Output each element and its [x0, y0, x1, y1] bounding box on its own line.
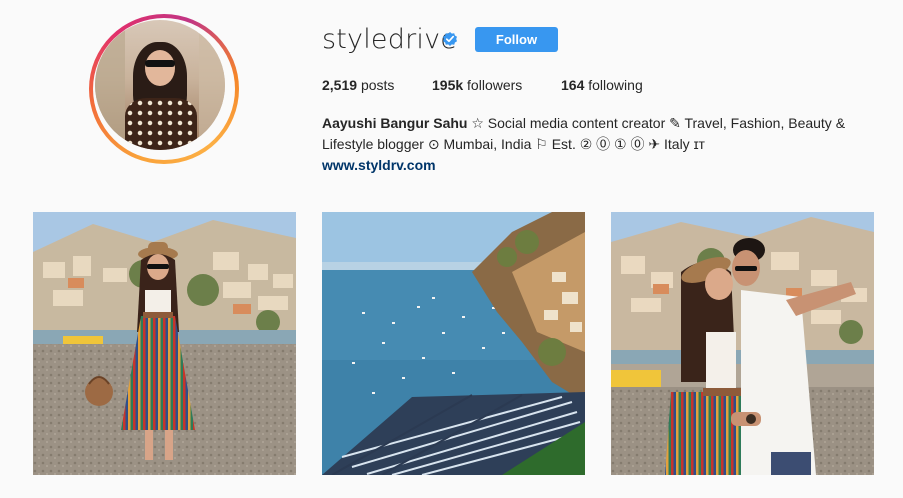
post-couple-kissing-beach-icon — [611, 212, 874, 475]
post-woman-striped-skirt-beach-icon — [33, 212, 296, 475]
avatar-background-left — [95, 20, 125, 150]
profile-bio: Aayushi Bangur Sahu ☆ Social media conte… — [322, 113, 862, 176]
posts-label: posts — [360, 77, 395, 93]
avatar-sunglasses — [145, 60, 175, 67]
profile-username: styledrive — [322, 24, 458, 55]
post-thumbnail-1[interactable] — [33, 212, 296, 475]
avatar-background-right — [199, 20, 225, 150]
follow-button[interactable]: Follow — [475, 27, 558, 52]
followers-count: 195k — [432, 77, 464, 93]
avatar[interactable] — [95, 20, 225, 150]
avatar-dress — [125, 98, 197, 150]
avatar-face — [145, 50, 175, 86]
stat-following[interactable]: 164 following — [561, 77, 643, 93]
stat-posts: 2,519 posts — [322, 77, 394, 93]
following-count: 164 — [561, 77, 585, 93]
post-coastal-bay-boats-icon — [322, 212, 585, 475]
post-thumbnail-2[interactable] — [322, 212, 585, 475]
bio-full-name: Aayushi Bangur Sahu — [322, 115, 468, 131]
stat-followers[interactable]: 195k followers — [432, 77, 522, 93]
post-thumbnail-3[interactable] — [611, 212, 874, 475]
bio-website-link[interactable]: www.styldrv.com — [322, 155, 862, 176]
verified-badge-icon — [443, 32, 457, 46]
followers-label: followers — [467, 77, 523, 93]
posts-count: 2,519 — [322, 77, 358, 93]
profile-avatar-ring[interactable] — [89, 14, 239, 164]
following-label: following — [588, 77, 643, 93]
